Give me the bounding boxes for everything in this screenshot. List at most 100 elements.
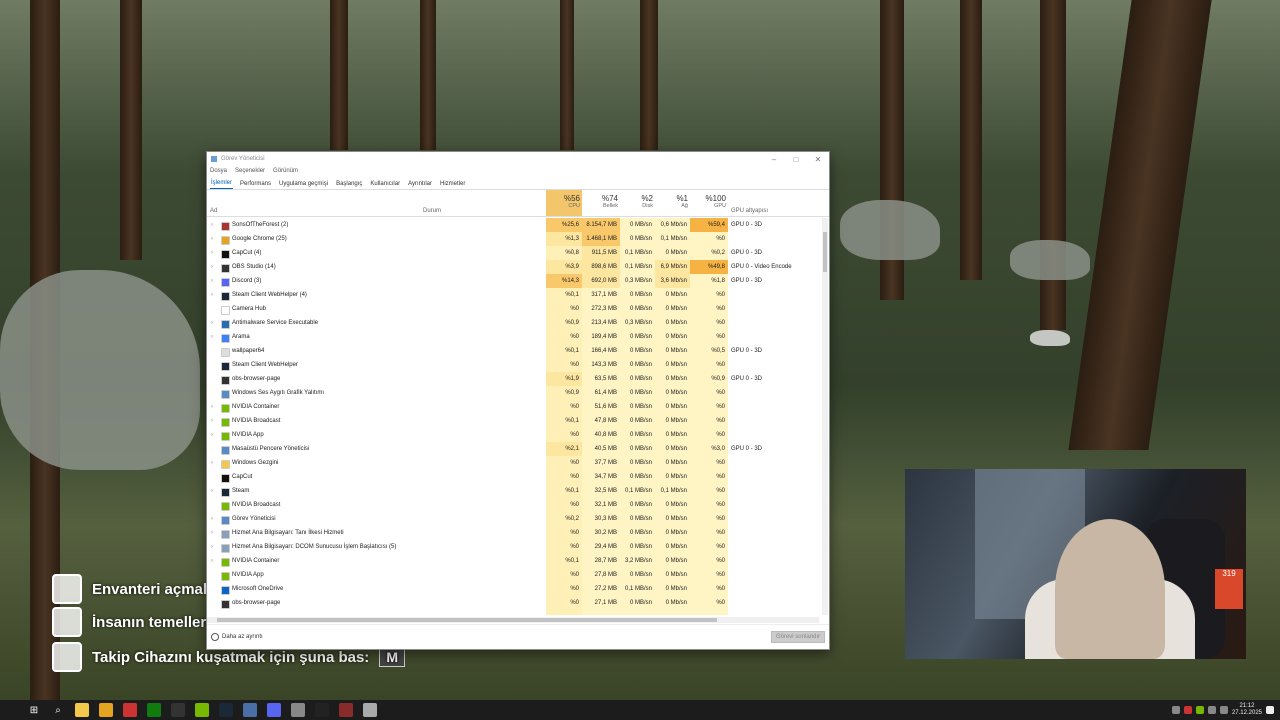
expand-chevron-icon[interactable]: › bbox=[211, 274, 213, 288]
tab-3[interactable]: Başlangıç bbox=[335, 181, 363, 189]
header-name[interactable]: Ad bbox=[210, 208, 217, 214]
steam-icon[interactable] bbox=[219, 703, 233, 717]
notepad-icon[interactable] bbox=[363, 703, 377, 717]
tab-4[interactable]: Kullanıcılar bbox=[369, 181, 401, 189]
expand-chevron-icon[interactable]: › bbox=[211, 218, 213, 232]
menu-item[interactable]: Görünüm bbox=[273, 168, 298, 174]
table-row[interactable]: obs-browser-page %1,9 63,5 MB 0 MB/sn 0 Mb/s… bbox=[207, 372, 819, 386]
scroll-thumb[interactable] bbox=[217, 618, 717, 622]
network-cell: 0 Mb/sn bbox=[665, 362, 687, 368]
header-cpu[interactable]: %56 CPU bbox=[546, 194, 580, 209]
tray-icon[interactable] bbox=[1183, 706, 1192, 714]
network-icon[interactable] bbox=[1207, 706, 1216, 714]
table-row[interactable]: › NVIDIA App %0 40,8 MB 0 MB/sn 0 Mb/sn %0 bbox=[207, 428, 819, 442]
table-row[interactable]: › Discord (3) %14,3 692,0 MB 0,3 MB/sn 3,6 Mb… bbox=[207, 274, 819, 288]
clock[interactable]: 21:12 27.12.2025 bbox=[1232, 703, 1262, 717]
table-row[interactable]: Steam Client WebHelper %0 143,3 MB 0 MB/sn 0… bbox=[207, 358, 819, 372]
table-row[interactable]: › NVIDIA Container %0,1 28,7 MB 3,2 MB/sn 0 M… bbox=[207, 554, 819, 568]
tab-6[interactable]: Hizmetler bbox=[439, 181, 466, 189]
files-icon[interactable] bbox=[291, 703, 305, 717]
file-explorer-icon[interactable] bbox=[75, 703, 89, 717]
chrome-icon[interactable] bbox=[99, 703, 113, 717]
table-row[interactable]: › Steam %0,1 32,5 MB 0,1 MB/sn 0,1 Mb/sn %0 bbox=[207, 484, 819, 498]
header-gpu-engine[interactable]: GPU altyapısı bbox=[731, 208, 768, 214]
table-row[interactable]: › Görev Yöneticisi %0,2 30,3 MB 0 MB/sn 0 Mb/… bbox=[207, 512, 819, 526]
tray-icon[interactable] bbox=[1171, 706, 1180, 714]
expand-chevron-icon[interactable]: › bbox=[211, 232, 213, 246]
expand-chevron-icon[interactable]: › bbox=[211, 540, 213, 554]
tab-0[interactable]: İşlemler bbox=[210, 180, 234, 189]
process-list[interactable]: › SonsOfTheForest (2) %25,6 8.154,7 MB 0 MB/… bbox=[207, 218, 819, 615]
vertical-scrollbar[interactable] bbox=[822, 218, 828, 615]
expand-chevron-icon[interactable]: › bbox=[211, 428, 213, 442]
expand-chevron-icon[interactable]: › bbox=[211, 554, 213, 568]
close-button[interactable]: ✕ bbox=[807, 155, 829, 164]
expand-chevron-icon[interactable]: › bbox=[211, 330, 213, 344]
table-row[interactable]: › NVIDIA Broadcast %0,1 47,8 MB 0 MB/sn 0 Mb/… bbox=[207, 414, 819, 428]
expand-chevron-icon[interactable]: › bbox=[211, 246, 213, 260]
volume-icon[interactable] bbox=[1219, 706, 1228, 714]
scroll-thumb[interactable] bbox=[823, 232, 827, 272]
nvidia-icon[interactable] bbox=[195, 703, 209, 717]
tab-5[interactable]: Ayrıntılar bbox=[407, 181, 433, 189]
tab-1[interactable]: Performans bbox=[239, 181, 272, 189]
expand-chevron-icon[interactable]: › bbox=[211, 414, 213, 428]
table-row[interactable]: › OBS Studio (14) %3,9 898,6 MB 0,1 MB/sn 6,9… bbox=[207, 260, 819, 274]
header-disk[interactable]: %2 Disk bbox=[620, 194, 653, 209]
maximize-button[interactable]: □ bbox=[785, 155, 807, 164]
expand-chevron-icon[interactable]: › bbox=[211, 400, 213, 414]
table-row[interactable]: › SonsOfTheForest (2) %25,6 8.154,7 MB 0 MB/… bbox=[207, 218, 819, 232]
tab-2[interactable]: Uygulama geçmişi bbox=[278, 181, 329, 189]
expand-chevron-icon[interactable]: › bbox=[211, 288, 213, 302]
windows-icon[interactable]: ⊞ bbox=[27, 703, 41, 717]
table-row[interactable]: › Hizmet Ana Bilgisayarı: Tanı İlkesi Hiz… bbox=[207, 526, 819, 540]
table-row[interactable]: NVIDIA App %0 27,8 MB 0 MB/sn 0 Mb/sn %0 bbox=[207, 568, 819, 582]
horizontal-scrollbar[interactable] bbox=[207, 617, 819, 623]
table-row[interactable]: Windows Ses Aygıtı Grafik Yalıtımı %0,9 61… bbox=[207, 386, 819, 400]
table-row[interactable]: › Google Chrome (25) %1,3 1.468,1 MB 0 MB/sn… bbox=[207, 232, 819, 246]
xbox-icon[interactable] bbox=[147, 703, 161, 717]
header-network[interactable]: %1 Ağ bbox=[655, 194, 688, 209]
table-row[interactable]: › Hizmet Ana Bilgisayarı: DCOM Sunucusu İ… bbox=[207, 540, 819, 554]
sons-of-forest-icon[interactable] bbox=[339, 703, 353, 717]
discord-icon[interactable] bbox=[267, 703, 281, 717]
table-row[interactable]: obs-browser-page %0 27,1 MB 0 MB/sn 0 Mb/sn%… bbox=[207, 596, 819, 610]
expand-chevron-icon[interactable]: › bbox=[211, 260, 213, 274]
header-memory[interactable]: %74 Bellek bbox=[582, 194, 618, 209]
notification-icon[interactable] bbox=[1266, 706, 1274, 714]
header-gpu[interactable]: %100 GPU bbox=[690, 194, 726, 209]
expand-chevron-icon[interactable]: › bbox=[211, 484, 213, 498]
table-row[interactable]: › Steam Client WebHelper (4) %0,1 317,1 MB 0… bbox=[207, 288, 819, 302]
expand-chevron-icon[interactable]: › bbox=[211, 512, 213, 526]
menu-item[interactable]: Dosya bbox=[210, 168, 227, 174]
table-row[interactable]: NVIDIA Broadcast %0 32,1 MB 0 MB/sn 0 Mb/sn%… bbox=[207, 498, 819, 512]
header-status[interactable]: Durum bbox=[423, 208, 441, 214]
fewer-details-button[interactable]: Daha az ayrıntı bbox=[211, 633, 263, 641]
table-row[interactable]: Masaüstü Pencere Yöneticisi %2,1 40,5 MB 0 … bbox=[207, 442, 819, 456]
menu-item[interactable]: Seçenekler bbox=[235, 168, 265, 174]
table-row[interactable]: Camera Hub %0 272,3 MB 0 MB/sn 0 Mb/sn %0 bbox=[207, 302, 819, 316]
task-manager-window[interactable]: Görev Yöneticisi – □ ✕ Dosya Seçenekler Gö… bbox=[206, 151, 830, 650]
expand-chevron-icon[interactable]: › bbox=[211, 526, 213, 540]
expand-chevron-icon[interactable]: › bbox=[211, 316, 213, 330]
table-row[interactable]: Microsoft OneDrive %0 27,2 MB 0,1 MB/sn 0 Mb… bbox=[207, 582, 819, 596]
capcut-icon[interactable] bbox=[123, 703, 137, 717]
gpu-cell: %0 bbox=[716, 516, 725, 522]
table-row[interactable]: CapCut %0 34,7 MB 0 MB/sn 0 Mb/sn %0 bbox=[207, 470, 819, 484]
steam-helper-icon[interactable] bbox=[243, 703, 257, 717]
tray-icon[interactable] bbox=[1195, 706, 1204, 714]
table-row[interactable]: › NVIDIA Container %0 51,6 MB 0 MB/sn 0 Mb/sn… bbox=[207, 400, 819, 414]
table-row[interactable]: › CapCut (4) %0,8 911,5 MB 0,1 MB/sn 0 Mb/sn%… bbox=[207, 246, 819, 260]
title-bar[interactable]: Görev Yöneticisi – □ ✕ bbox=[207, 152, 829, 166]
tree-trunk bbox=[1068, 0, 1212, 450]
table-row[interactable]: wallpaper64 %0,1 166,4 MB 0 MB/sn 0 Mb/sn %0,… bbox=[207, 344, 819, 358]
table-row[interactable]: › Windows Gezgini %0 37,7 MB 0 MB/sn 0 Mb/sn%… bbox=[207, 456, 819, 470]
end-task-button[interactable]: Görevi sonlandır bbox=[770, 631, 825, 643]
table-row[interactable]: › Arama %0 189,4 MB 0 MB/sn 0 Mb/sn %0 bbox=[207, 330, 819, 344]
terminal-icon[interactable] bbox=[315, 703, 329, 717]
table-row[interactable]: › Antimalware Service Executable %0,9 213,4… bbox=[207, 316, 819, 330]
obs-icon[interactable] bbox=[171, 703, 185, 717]
expand-chevron-icon[interactable]: › bbox=[211, 456, 213, 470]
minimize-button[interactable]: – bbox=[763, 155, 785, 164]
search-icon[interactable]: ⌕ bbox=[51, 703, 65, 717]
